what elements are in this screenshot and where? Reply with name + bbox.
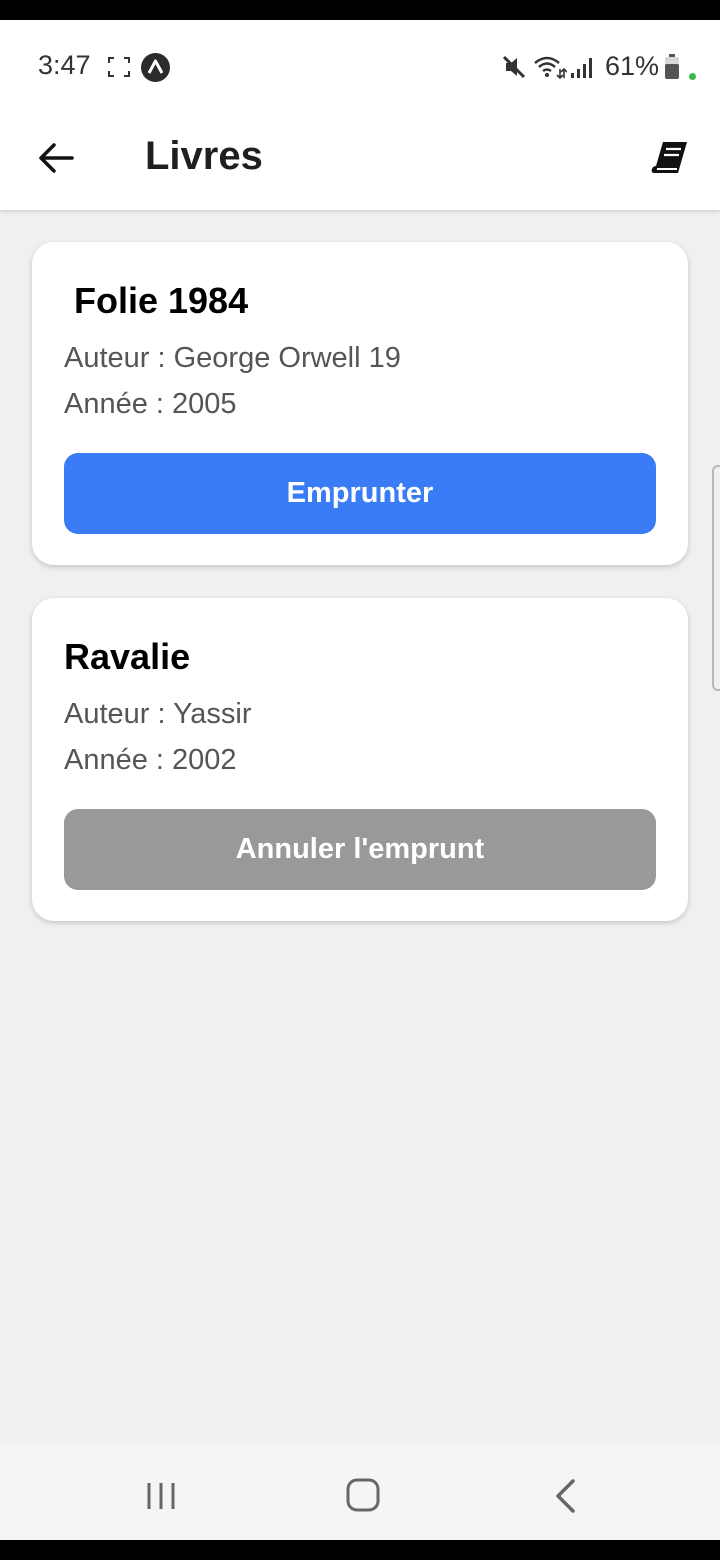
arrow-left-icon bbox=[39, 143, 74, 173]
book-card: Ravalie Auteur : Yassir Année : 2002 Ann… bbox=[32, 598, 688, 921]
app-header: Livres bbox=[0, 110, 720, 210]
page-title: Livres bbox=[145, 134, 263, 178]
back-button[interactable] bbox=[30, 132, 82, 184]
screen: 3:47 61% Livres Folie 1984 Auteur: Geor… bbox=[0, 20, 720, 1540]
status-bar: 3:47 61% bbox=[0, 20, 720, 110]
status-right-group: 61% bbox=[400, 20, 720, 110]
book-author: Auteur : George Orwell 19 bbox=[64, 342, 401, 374]
books-button[interactable] bbox=[645, 132, 697, 184]
status-time: 3:47 bbox=[38, 50, 91, 80]
home-icon[interactable] bbox=[346, 1478, 380, 1512]
battery-percent: 61% bbox=[605, 51, 660, 81]
privacy-indicator-dot bbox=[689, 73, 696, 80]
book-title: Folie 1984 bbox=[74, 280, 249, 321]
book-title: Ravalie bbox=[64, 636, 191, 677]
borrow-button[interactable]: Emprunter bbox=[64, 453, 656, 534]
screenshot-bracket-icon bbox=[108, 57, 130, 77]
wifi-icon bbox=[534, 56, 567, 80]
book-icon bbox=[651, 142, 687, 173]
book-card: Folie 1984 Auteur : George Orwell 19 Ann… bbox=[32, 242, 688, 565]
mute-icon bbox=[502, 55, 526, 79]
signal-icon bbox=[571, 58, 592, 78]
app-notification-icon bbox=[141, 53, 170, 82]
book-year: Année : 2005 bbox=[64, 388, 237, 420]
book-author: Auteur : Yassir bbox=[64, 698, 252, 730]
book-year: Année : 2002 bbox=[64, 744, 237, 776]
battery-icon bbox=[665, 54, 679, 79]
back-icon[interactable] bbox=[553, 1478, 577, 1514]
cancel-borrow-button[interactable]: Annuler l'emprunt bbox=[64, 809, 656, 890]
scroll-edge-handle[interactable] bbox=[712, 465, 720, 691]
device-top-bezel bbox=[0, 0, 720, 20]
device-bottom-bezel bbox=[0, 1540, 720, 1560]
recents-icon[interactable] bbox=[146, 1481, 178, 1511]
system-nav-bar bbox=[0, 1445, 720, 1540]
